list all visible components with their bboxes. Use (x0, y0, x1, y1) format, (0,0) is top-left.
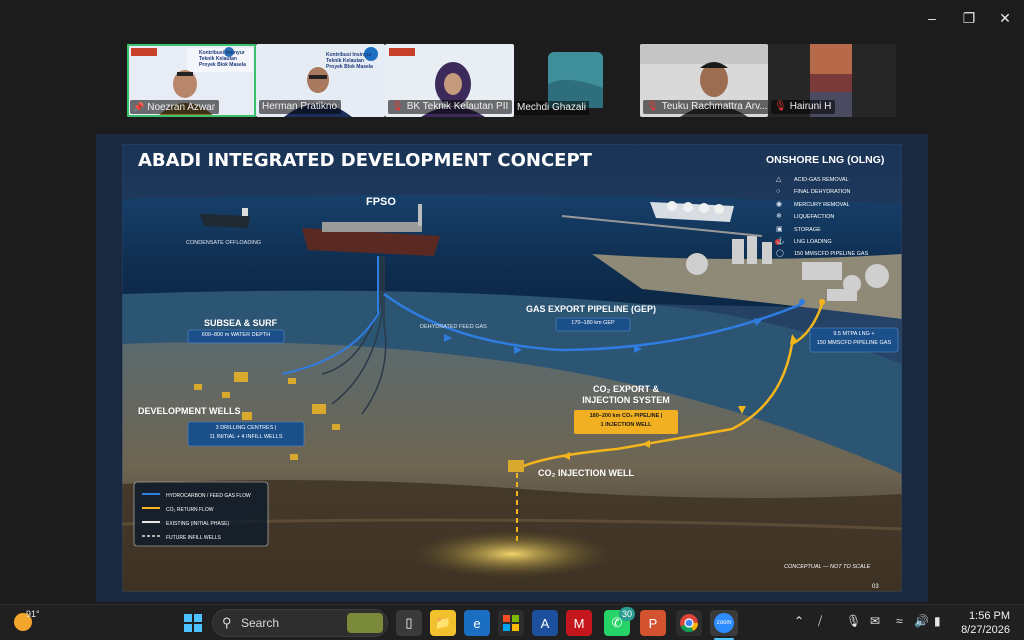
restore-button[interactable]: ❐ (955, 6, 983, 30)
shared-screen: ABADI INTEGRATED DEVELOPMENT CONCEPT ONS… (96, 134, 928, 602)
onshore-item: LIQUEFACTION (794, 214, 835, 221)
dehydrated-feed-label: DEHYDRATED FEED GAS (420, 324, 487, 330)
participant-name: 🎙 BK Teknik Kelautan PII (388, 100, 513, 114)
store-grid-icon (503, 615, 519, 631)
onshore-item: 150 MMSCFD PIPELINE GAS (794, 251, 869, 258)
weather-widget[interactable]: 91° (14, 609, 74, 635)
slide-legend: HYDROCARBON / FEED GAS FLOW CO₂ RETURN F… (166, 489, 251, 545)
pipeline-icon: ◯ (776, 250, 784, 258)
snowflake-icon: ❄ (776, 213, 782, 221)
file-explorer-icon[interactable]: 📁 (430, 610, 456, 636)
participant-tile[interactable]: 🎙 Hairuni H (768, 44, 896, 117)
chat-icon[interactable]: ✉ (870, 614, 880, 628)
legend-item: EXISTING (INITIAL PHASE) (166, 521, 230, 527)
participant-name: Mechdi Ghazali (514, 101, 589, 115)
mic-muted-icon: 🎙 (391, 101, 404, 112)
search-placeholder: Search (241, 616, 280, 630)
mercury-icon: ◉ (776, 200, 783, 208)
mic-muted-icon: 🎙 (646, 101, 659, 112)
zoom-logo-icon: zoom (714, 613, 734, 633)
subsea-title: SUBSEA & SURF (204, 318, 278, 328)
participant-tile[interactable]: 🎙 Teuku Rachmattra Arv... (640, 44, 768, 117)
zoom-app-icon[interactable]: zoom (710, 610, 738, 636)
presentation-slide: ABADI INTEGRATED DEVELOPMENT CONCEPT ONS… (122, 144, 902, 592)
co2-pipeline-box: 180–200 km CO₂ PIPELINE | 1 INJECTION WEL… (589, 413, 663, 428)
participant-tile[interactable]: Kontribusi Insinyur Teknik Kelautan Proye… (256, 44, 385, 117)
co2-injection-well-label: CO₂ INJECTION WELL (538, 468, 634, 478)
onshore-lng-title: ONSHORE LNG (OLNG) (766, 154, 885, 166)
acid-gas-icon: △ (776, 176, 782, 183)
participant-name: 📌 Noezran Azwar (130, 100, 220, 114)
legend-item: HYDROCARBON / FEED GAS FLOW (166, 493, 251, 499)
taskbar: 91° ⚲ Search ▯ 📁 e A M ✆ 30 P zoom ⌃ ⧸ 🎙… (0, 604, 1024, 640)
capacity-box: 9.5 MTPA LNG +150 MMSCFD PIPELINE GAS (816, 331, 892, 346)
participant-name: 🎙 Hairuni H (771, 100, 836, 114)
gep-title: GAS EXPORT PIPELINE (GEP) (526, 304, 657, 314)
tank-icon: ▣ (776, 225, 783, 233)
onshore-item: LNG LOADING (794, 239, 832, 246)
microphone-icon[interactable]: 🎙 (846, 614, 861, 628)
search-highlight-image (347, 613, 383, 633)
title-bar: – ❐ ✕ (0, 0, 1024, 36)
system-clock[interactable]: 1:56 PM 8/27/2026 (961, 609, 1010, 637)
process-icons: △ ○ ◉ ❄ ▣ ⚓ ◯ (776, 174, 785, 261)
pin-icon: 📌 (133, 102, 145, 112)
droplet-icon: ○ (776, 188, 781, 196)
speaker-icon[interactable]: 🔊 (914, 614, 929, 628)
taskbar-search[interactable]: ⚲ Search (212, 609, 388, 637)
start-button[interactable] (180, 610, 206, 636)
onshore-item: STORAGE (794, 226, 821, 233)
fpso-label: FPSO (366, 196, 396, 208)
mcafee-icon[interactable]: M (566, 610, 592, 636)
subsea-box: 600–800 m WATER DEPTH (201, 332, 271, 338)
close-button[interactable]: ✕ (991, 6, 1019, 30)
participant-strip: 🎙 Teuku Rachmattra Arv... 🎙 Hairuni H (640, 44, 896, 117)
tile-banner-text: Kontribusi Insinyur Teknik Kelautan Proye… (199, 50, 246, 68)
ship-icon: ⚓ (776, 238, 785, 246)
gep-box: 170–180 km GEP (571, 320, 615, 326)
legend-item: CO₂ RETURN FLOW (166, 507, 214, 513)
participant-name: 🎙 Teuku Rachmattra Arv... (643, 100, 768, 114)
chrome-logo-icon (680, 614, 698, 633)
weather-temperature: 91° (26, 609, 40, 619)
task-view-icon[interactable]: ▯ (396, 610, 422, 636)
clock-time: 1:56 PM (969, 610, 1010, 622)
windows-logo-icon (184, 614, 202, 632)
participant-name: Herman Pratikno (259, 100, 342, 114)
battery-icon[interactable]: ▮ (934, 614, 941, 628)
page-number: 03 (872, 584, 879, 590)
chrome-icon[interactable] (676, 610, 702, 636)
clock-date: 8/27/2026 (961, 624, 1010, 636)
chevron-up-icon[interactable]: ⌃ (794, 614, 804, 628)
participant-tile[interactable]: Kontribusi Insinyur Teknik Kelautan Proye… (127, 44, 256, 117)
co2-export-title: CO₂ EXPORT & INJECTION SYSTEM (582, 384, 670, 405)
wifi-icon[interactable]: ≈ (896, 614, 903, 628)
onshore-item: MERCURY REMOVAL (794, 201, 850, 208)
wells-title: DEVELOPMENT WELLS (138, 406, 241, 416)
slide-title: ABADI INTEGRATED DEVELOPMENT CONCEPT (138, 150, 592, 171)
condensate-label: CONDENSATE OFFLOADING (186, 240, 262, 246)
whatsapp-icon[interactable]: ✆ 30 (604, 607, 635, 636)
onshore-item: ACID-GAS REMOVAL (794, 177, 849, 183)
notification-badge: 30 (619, 607, 635, 621)
camera-off-icon[interactable]: ⧸ (818, 614, 822, 629)
wells-box: 3 DRILLING CENTRES | 11 INITIAL + 4 INFIL… (209, 425, 283, 440)
zoom-window: – ❐ ✕ Kontribusi Insinyur Teknik Kelauta… (0, 0, 1024, 604)
app-a-icon[interactable]: A (532, 610, 558, 636)
microsoft-store-icon[interactable] (498, 610, 524, 636)
onshore-item: FINAL DEHYDRATION (794, 189, 851, 196)
edge-browser-icon[interactable]: e (464, 610, 490, 636)
mic-muted-icon: 🎙 (774, 101, 787, 112)
tile-banner-text: Kontribusi Insinyur Teknik Kelautan Proye… (326, 52, 373, 70)
onshore-lng-list: ACID-GAS REMOVAL FINAL DEHYDRATION MERCU… (794, 174, 868, 261)
participant-strip: Kontribusi Insinyur Teknik Kelautan Proye… (127, 44, 604, 117)
powerpoint-icon[interactable]: P (640, 610, 666, 636)
legend-item: FUTURE INFILL WELLS (166, 535, 221, 541)
minimize-button[interactable]: – (918, 6, 946, 30)
search-icon: ⚲ (222, 615, 232, 630)
scale-note: CONCEPTUAL — NOT TO SCALE (784, 564, 871, 570)
participant-tile[interactable]: 🎙 BK Teknik Kelautan PII (385, 44, 514, 117)
